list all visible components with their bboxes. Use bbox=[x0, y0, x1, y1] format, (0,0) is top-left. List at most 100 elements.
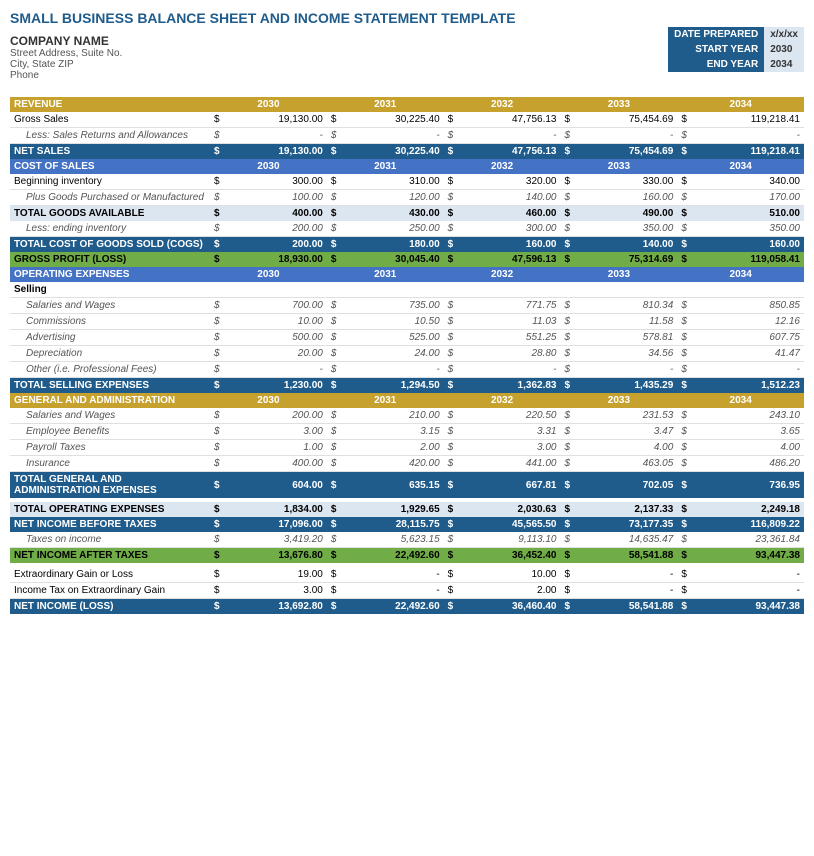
pt-val-0: 1.00 bbox=[224, 440, 327, 456]
ns-val-4: 119,218.41 bbox=[691, 144, 804, 160]
selling-salaries-row: Salaries and Wages $ 700.00 $ 735.00 $ 7… bbox=[10, 298, 804, 314]
other-row: Other (i.e. Professional Fees) $ - $ - $… bbox=[10, 362, 804, 378]
less-ending-row: Less: ending inventory $ 200.00 $ 250.00… bbox=[10, 221, 804, 237]
cogs-val-1: 180.00 bbox=[340, 237, 443, 253]
oth-val-2: - bbox=[457, 362, 560, 378]
ssw-val-3: 810.34 bbox=[574, 298, 677, 314]
toe-val-1: 1,929.65 bbox=[340, 502, 443, 517]
adv-val-0: 500.00 bbox=[224, 330, 327, 346]
total-cogs-row: TOTAL COST OF GOODS SOLD (COGS) $ 200.00… bbox=[10, 237, 804, 253]
gs-dollar-0: $ bbox=[210, 112, 224, 128]
sales-returns-row: Less: Sales Returns and Allowances $ - $… bbox=[10, 128, 804, 144]
ns-val-2: 47,756.13 bbox=[457, 144, 560, 160]
total-goods-row: TOTAL GOODS AVAILABLE $ 400.00 $ 430.00 … bbox=[10, 206, 804, 222]
revenue-year-2031: 2031 bbox=[327, 97, 444, 112]
ga-salaries-label: Salaries and Wages bbox=[10, 408, 210, 424]
plus-goods-label: Plus Goods Purchased or Manufactured bbox=[10, 190, 210, 206]
egl-val-2: 10.00 bbox=[457, 567, 560, 583]
ga-year-3: 2033 bbox=[560, 393, 677, 408]
dep-val-4: 41.47 bbox=[691, 346, 804, 362]
le-val-4: 350.00 bbox=[691, 221, 804, 237]
cogs-val-4: 160.00 bbox=[691, 237, 804, 253]
nibt-val-0: 17,096.00 bbox=[224, 517, 327, 532]
total-selling-label: TOTAL SELLING EXPENSES bbox=[10, 378, 210, 394]
sr-val-0: - bbox=[224, 128, 327, 144]
dep-val-3: 34.56 bbox=[574, 346, 677, 362]
ts-val-3: 1,435.29 bbox=[574, 378, 677, 394]
date-table: DATE PREPARED x/x/xx START YEAR 2030 END… bbox=[668, 27, 804, 72]
dep-val-0: 20.00 bbox=[224, 346, 327, 362]
gs-dollar-1: $ bbox=[327, 112, 341, 128]
pg-val-1: 120.00 bbox=[340, 190, 443, 206]
ns-val-3: 75,454.69 bbox=[574, 144, 677, 160]
nibt-val-3: 73,177.35 bbox=[574, 517, 677, 532]
ins-val-3: 463.05 bbox=[574, 456, 677, 472]
bi-val-3: 330.00 bbox=[574, 174, 677, 190]
depreciation-label: Depreciation bbox=[10, 346, 210, 362]
net-income-after-taxes-row: NET INCOME AFTER TAXES $ 13,676.80 $ 22,… bbox=[10, 548, 804, 564]
cogs-val-2: 160.00 bbox=[457, 237, 560, 253]
le-val-0: 200.00 bbox=[224, 221, 327, 237]
total-opex-label: TOTAL OPERATING EXPENSES bbox=[10, 502, 210, 517]
toe-val-3: 2,137.33 bbox=[574, 502, 677, 517]
ssw-val-4: 850.85 bbox=[691, 298, 804, 314]
ga-year-0: 2030 bbox=[210, 393, 327, 408]
oth-val-3: - bbox=[574, 362, 677, 378]
tg-val-4: 510.00 bbox=[691, 206, 804, 222]
gross-sales-row: Gross Sales $ 19,130.00 $ 30,225.40 $ 47… bbox=[10, 112, 804, 128]
advertising-row: Advertising $ 500.00 $ 525.00 $ 551.25 $… bbox=[10, 330, 804, 346]
eb-val-3: 3.47 bbox=[574, 424, 677, 440]
ins-val-2: 441.00 bbox=[457, 456, 560, 472]
income-tax-extra-label: Income Tax on Extraordinary Gain bbox=[10, 583, 210, 599]
bi-val-1: 310.00 bbox=[340, 174, 443, 190]
ts-val-1: 1,294.50 bbox=[340, 378, 443, 394]
date-prepared-value: x/x/xx bbox=[764, 27, 804, 42]
gs-val-2: 47,756.13 bbox=[457, 112, 560, 128]
ga-year-4: 2034 bbox=[677, 393, 804, 408]
net-income-after-taxes-label: NET INCOME AFTER TAXES bbox=[10, 548, 210, 564]
commissions-label: Commissions bbox=[10, 314, 210, 330]
opex-year-1: 2031 bbox=[327, 267, 444, 282]
le-val-1: 250.00 bbox=[340, 221, 443, 237]
selling-salaries-label: Salaries and Wages bbox=[10, 298, 210, 314]
begin-inventory-row: Beginning inventory $ 300.00 $ 310.00 $ … bbox=[10, 174, 804, 190]
insurance-row: Insurance $ 400.00 $ 420.00 $ 441.00 $ 4… bbox=[10, 456, 804, 472]
pt-val-4: 4.00 bbox=[691, 440, 804, 456]
niat-val-3: 58,541.88 bbox=[574, 548, 677, 564]
insurance-label: Insurance bbox=[10, 456, 210, 472]
total-ga-label: TOTAL GENERAL AND ADMINISTRATION EXPENSE… bbox=[10, 472, 210, 499]
tga-val-2: 667.81 bbox=[457, 472, 560, 499]
opex-header-label: OPERATING EXPENSES bbox=[10, 267, 210, 282]
page-title: SMALL BUSINESS BALANCE SHEET AND INCOME … bbox=[10, 10, 804, 26]
oth-val-1: - bbox=[340, 362, 443, 378]
comm-val-3: 11.58 bbox=[574, 314, 677, 330]
ite-val-2: 2.00 bbox=[457, 583, 560, 599]
pg-val-0: 100.00 bbox=[224, 190, 327, 206]
toe-val-0: 1,834.00 bbox=[224, 502, 327, 517]
pg-val-3: 160.00 bbox=[574, 190, 677, 206]
nibt-val-2: 45,565.50 bbox=[457, 517, 560, 532]
cogs-val-0: 200.00 bbox=[224, 237, 327, 253]
start-year-value: 2030 bbox=[764, 42, 804, 57]
income-tax-extra-row: Income Tax on Extraordinary Gain $ 3.00 … bbox=[10, 583, 804, 599]
ga-year-2: 2032 bbox=[444, 393, 561, 408]
eb-val-2: 3.31 bbox=[457, 424, 560, 440]
ins-val-1: 420.00 bbox=[340, 456, 443, 472]
eb-val-0: 3.00 bbox=[224, 424, 327, 440]
cos-year-4: 2034 bbox=[677, 159, 804, 174]
dep-val-1: 24.00 bbox=[340, 346, 443, 362]
ga-header-label: GENERAL AND ADMINISTRATION bbox=[10, 393, 210, 408]
end-year-value: 2034 bbox=[764, 57, 804, 72]
nibt-val-1: 28,115.75 bbox=[340, 517, 443, 532]
gs-dollar-4: $ bbox=[677, 112, 691, 128]
depreciation-row: Depreciation $ 20.00 $ 24.00 $ 28.80 $ 3… bbox=[10, 346, 804, 362]
cos-year-1: 2031 bbox=[327, 159, 444, 174]
tg-val-0: 400.00 bbox=[224, 206, 327, 222]
gp-val-4: 119,058.41 bbox=[691, 252, 804, 267]
le-val-2: 300.00 bbox=[457, 221, 560, 237]
pg-val-2: 140.00 bbox=[457, 190, 560, 206]
cogs-val-3: 140.00 bbox=[574, 237, 677, 253]
net-income-loss-row: NET INCOME (LOSS) $ 13,692.80 $ 22,492.6… bbox=[10, 599, 804, 615]
le-val-3: 350.00 bbox=[574, 221, 677, 237]
toi-val-4: 23,361.84 bbox=[691, 532, 804, 548]
